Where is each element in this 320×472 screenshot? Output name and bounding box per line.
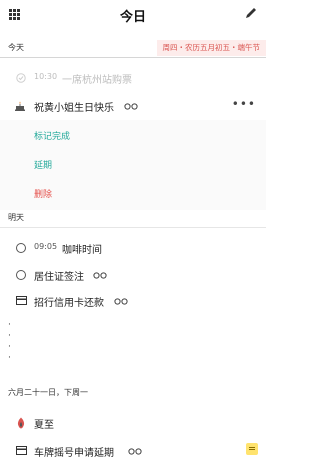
todo-item[interactable]: 夏至 bbox=[0, 412, 266, 434]
delete-button[interactable]: 删除 bbox=[34, 187, 52, 200]
pencil-icon[interactable] bbox=[244, 6, 258, 20]
todo-item[interactable]: 09:05 咖啡时间 bbox=[0, 237, 266, 259]
note-icon[interactable] bbox=[246, 443, 258, 455]
item-action-menu: 标记完成 延期 删除 bbox=[0, 120, 266, 210]
todo-item[interactable]: 招行信用卡还款 bbox=[0, 290, 266, 312]
section-today-header: 今天 周四・农历五月初五・端午节 bbox=[0, 38, 266, 58]
todo-item[interactable]: 10:30 一席杭州站购票 bbox=[0, 67, 266, 89]
page-title: 今日 bbox=[119, 10, 146, 25]
item-text: 咖啡时间 bbox=[62, 245, 102, 256]
section-tomorrow-header: 明天 bbox=[0, 208, 266, 228]
section-tomorrow-label: 明天 bbox=[8, 213, 24, 222]
todo-item[interactable]: 居住证签注 bbox=[0, 264, 266, 286]
section-later-label: 六月二十一日，下周一 bbox=[8, 388, 88, 397]
todo-item[interactable]: 祝黄小姐生日快乐 ••• bbox=[0, 95, 266, 117]
section-today-label: 今天 bbox=[8, 43, 24, 52]
repeat-icon bbox=[124, 103, 138, 110]
todo-item[interactable]: 车牌摇号申请延期 bbox=[0, 440, 266, 462]
done-check-icon[interactable] bbox=[16, 73, 26, 83]
lunar-date-badge: 周四・农历五月初五・端午节 bbox=[156, 40, 266, 56]
item-text: 招行信用卡还款 bbox=[34, 298, 104, 309]
section-later-header: 六月二十一日，下周一 bbox=[0, 383, 266, 403]
card-icon bbox=[16, 296, 27, 305]
card-icon bbox=[16, 446, 27, 455]
checkbox-circle[interactable] bbox=[16, 243, 26, 253]
item-text: 夏至 bbox=[34, 420, 54, 431]
cake-icon bbox=[15, 101, 25, 111]
item-text: 居住证签注 bbox=[34, 272, 84, 283]
item-text: 车牌摇号申请延期 bbox=[34, 448, 114, 459]
item-time: 09:05 bbox=[34, 242, 58, 251]
collapsed-indicator: · · · · bbox=[8, 320, 11, 363]
checkbox-circle[interactable] bbox=[16, 270, 26, 280]
item-time: 10:30 bbox=[34, 72, 58, 81]
repeat-icon bbox=[128, 448, 142, 455]
mark-done-button[interactable]: 标记完成 bbox=[34, 129, 70, 142]
item-text: 一席杭州站购票 bbox=[62, 75, 132, 86]
flame-icon bbox=[17, 417, 25, 429]
top-bar: 今日 bbox=[0, 0, 266, 30]
repeat-icon bbox=[114, 298, 128, 305]
more-options-button[interactable]: ••• bbox=[232, 97, 256, 111]
item-text: 祝黄小姐生日快乐 bbox=[34, 103, 114, 114]
postpone-button[interactable]: 延期 bbox=[34, 158, 52, 171]
repeat-icon bbox=[93, 272, 107, 279]
